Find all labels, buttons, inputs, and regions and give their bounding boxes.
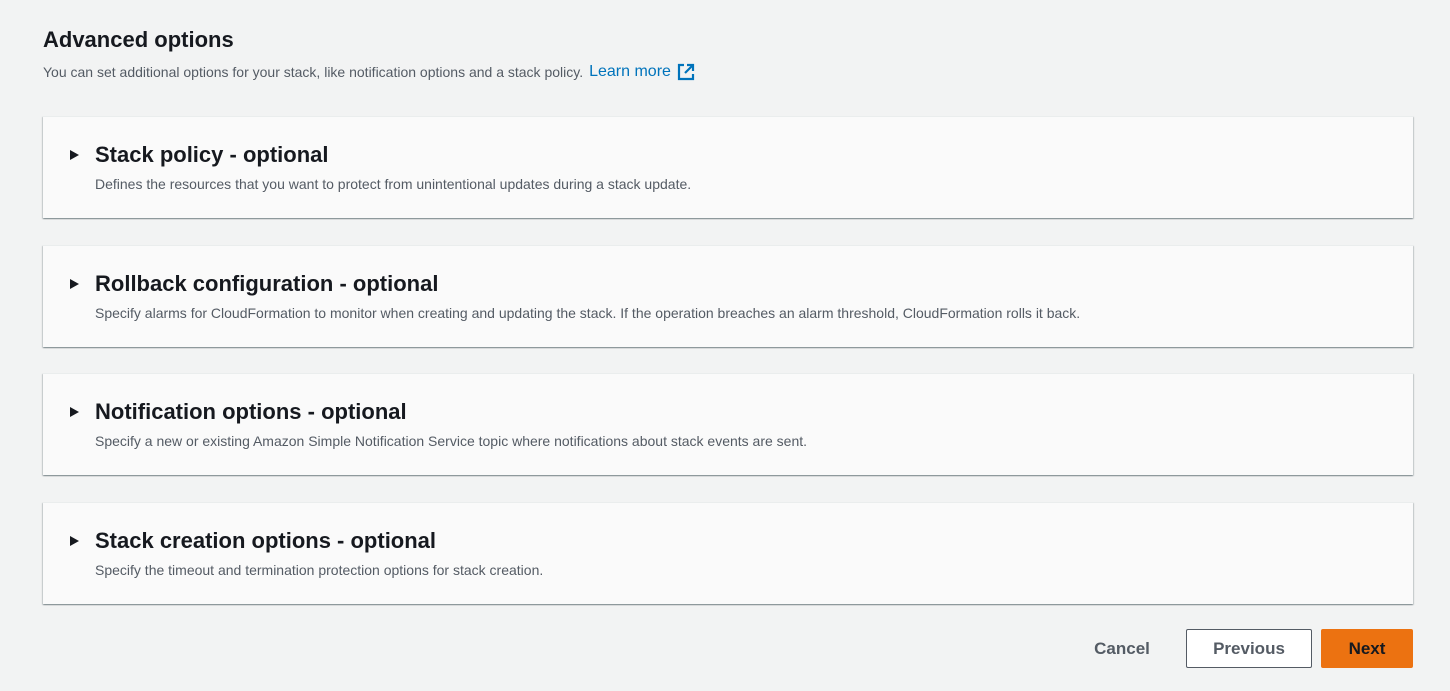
rollback-configuration-panel[interactable]: Rollback configuration - optional Specif… (43, 245, 1413, 347)
next-button[interactable]: Next (1321, 629, 1413, 668)
external-link-icon (677, 63, 695, 81)
section-description-row: You can set additional options for your … (43, 62, 695, 82)
caret-right-icon (70, 536, 79, 546)
advanced-options-page: Advanced options You can set additional … (0, 0, 1450, 691)
stack-policy-panel[interactable]: Stack policy - optional Defines the reso… (43, 116, 1413, 218)
panel-description: Specify a new or existing Amazon Simple … (95, 433, 808, 449)
caret-right-icon (70, 279, 79, 289)
learn-more-link[interactable]: Learn more (589, 62, 695, 82)
caret-right-icon (70, 407, 79, 417)
panel-description: Specify alarms for CloudFormation to mon… (95, 305, 1081, 321)
caret-right-icon (70, 150, 79, 160)
panel-title: Notification options - optional (95, 399, 407, 424)
stack-creation-options-panel[interactable]: Stack creation options - optional Specif… (43, 502, 1413, 604)
learn-more-label: Learn more (589, 63, 671, 80)
panel-title: Rollback configuration - optional (95, 271, 439, 296)
section-title: Advanced options (43, 27, 234, 52)
panel-title: Stack creation options - optional (95, 528, 437, 553)
section-description: You can set additional options for your … (43, 64, 584, 80)
previous-button[interactable]: Previous (1186, 629, 1312, 668)
panel-description: Defines the resources that you want to p… (95, 176, 692, 192)
notification-options-panel[interactable]: Notification options - optional Specify … (43, 373, 1413, 475)
cancel-button[interactable]: Cancel (1080, 629, 1164, 668)
panel-title: Stack policy - optional (95, 142, 329, 167)
panel-description: Specify the timeout and termination prot… (95, 562, 544, 578)
section-header: Advanced options You can set additional … (43, 26, 695, 82)
